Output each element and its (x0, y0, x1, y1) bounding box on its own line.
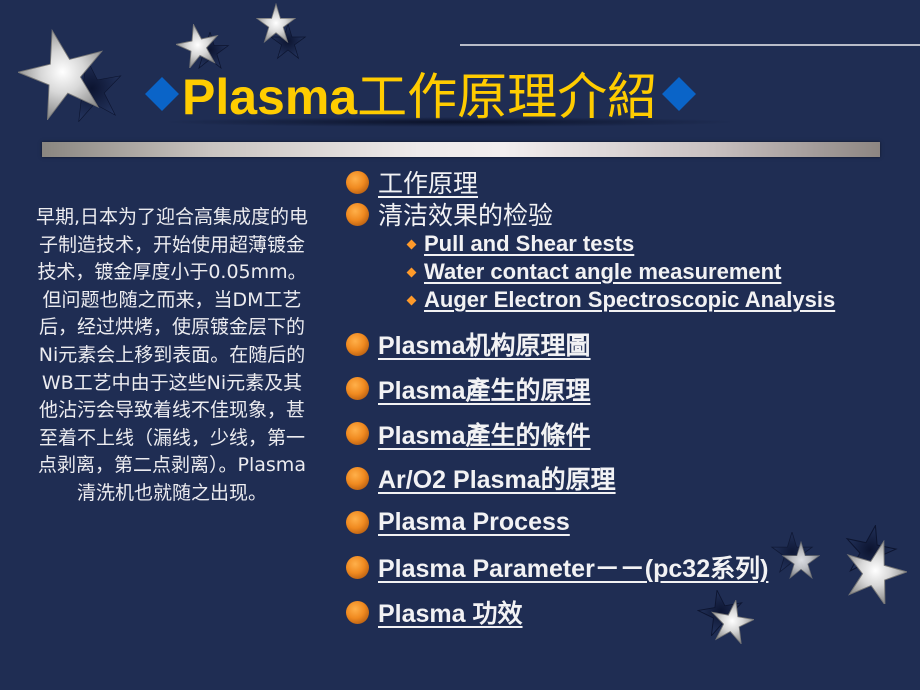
slide-title: Plasma工作原理介紹 (140, 62, 699, 126)
orange-ball-bullet-icon (346, 332, 369, 356)
orange-ball-bullet-icon (346, 600, 369, 624)
submenu-item-label[interactable]: Pull and Shear tests (424, 231, 634, 257)
menu-item-label[interactable]: 工作原理 (378, 164, 478, 200)
orange-diamond-bullet-icon (406, 295, 417, 305)
menu-item-label[interactable]: Ar/O2 Plasma的原理 (378, 460, 616, 496)
orange-diamond-bullet-icon (406, 239, 417, 249)
intro-paragraph: 早期,日本为了迎合高集成度的电子制造技术，开始使用超薄镀金技术，镀金厚度小于0.… (35, 206, 309, 504)
menu-item-plasma-effect[interactable]: Plasma 功效 (346, 589, 920, 635)
menu-item-plasma-process[interactable]: Plasma Process (346, 500, 920, 545)
slide: Plasma工作原理介紹 早期,日本为了迎合高集成度的电子制造技术，开始使用超薄… (0, 0, 920, 690)
menu-item-label[interactable]: Plasma Process (378, 508, 570, 537)
orange-ball-bullet-icon (346, 202, 369, 226)
submenu-item-label[interactable]: Water contact angle measurement (424, 259, 781, 285)
orange-ball-bullet-icon (346, 555, 369, 579)
silver-star-icon (710, 600, 754, 644)
submenu-item-water-contact-angle[interactable]: Water contact angle measurement (346, 258, 920, 286)
submenu-item-label[interactable]: Auger Electron Spectroscopic Analysis (424, 287, 835, 313)
menu-item-plasma-generation-principle[interactable]: Plasma產生的原理 (346, 366, 920, 411)
silver-star-icon (18, 28, 108, 120)
orange-diamond-bullet-icon (406, 267, 417, 277)
title-shadow (160, 117, 740, 127)
menu-item-label[interactable]: Plasma Parameter－－(pc32系列) (378, 549, 768, 585)
menu-item-label[interactable]: Plasma机构原理圖 (378, 326, 591, 362)
top-divider-line (460, 44, 920, 46)
metallic-divider-bar (42, 142, 880, 157)
menu-item-label[interactable]: Plasma產生的原理 (378, 371, 591, 407)
orange-ball-bullet-icon (346, 511, 369, 534)
menu-item-plasma-generation-conditions[interactable]: Plasma產生的條件 (346, 411, 920, 456)
menu-item-plasma-mechanism-diagram[interactable]: Plasma机构原理圖 (346, 322, 920, 366)
menu-item-label[interactable]: Plasma產生的條件 (378, 416, 591, 452)
menu-item-ar-o2-plasma-principle[interactable]: Ar/O2 Plasma的原理 (346, 456, 920, 500)
submenu-item-pull-shear[interactable]: Pull and Shear tests (346, 230, 920, 258)
silver-star-icon (256, 3, 296, 43)
menu-item-plasma-parameter[interactable]: Plasma Parameter－－(pc32系列) (346, 545, 920, 589)
blue-diamond-icon (661, 76, 695, 110)
silver-star-icon (782, 541, 820, 579)
topic-menu: 工作原理 清洁效果的检验 Pull and Shear tests Water … (346, 166, 920, 635)
menu-item-label[interactable]: Plasma 功效 (378, 594, 523, 630)
orange-ball-bullet-icon (346, 377, 369, 400)
silver-star-icon (843, 540, 907, 604)
menu-item-cleaning-verification: 清洁效果的检验 (346, 198, 920, 230)
submenu-item-auger-analysis[interactable]: Auger Electron Spectroscopic Analysis (346, 286, 920, 314)
orange-ball-bullet-icon (346, 466, 369, 490)
orange-ball-bullet-icon (346, 170, 369, 194)
orange-ball-bullet-icon (346, 422, 369, 445)
menu-item-working-principle[interactable]: 工作原理 (346, 166, 920, 198)
menu-item-label: 清洁效果的检验 (378, 202, 554, 230)
blue-diamond-icon (144, 76, 178, 110)
